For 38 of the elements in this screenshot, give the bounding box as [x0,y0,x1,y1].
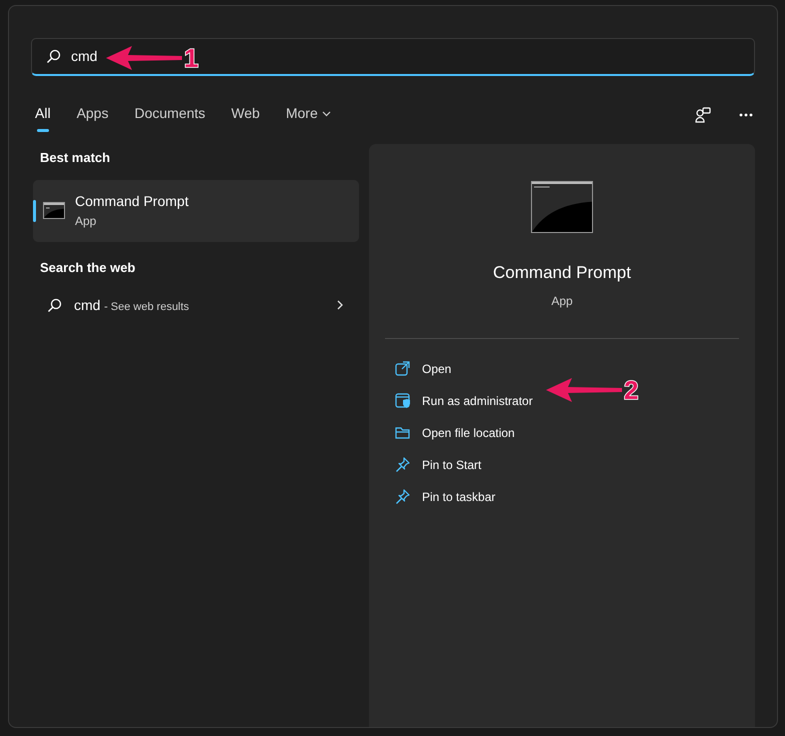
tab[interactable]: Apps [74,97,110,133]
terminal-icon [43,202,65,219]
more-icon [739,113,753,117]
action-item[interactable]: Open file location [395,416,515,448]
people-icon [695,107,711,123]
tab[interactable]: All [33,97,53,133]
caret-icon [322,110,331,116]
more-dropdown[interactable]: More [284,97,333,133]
section-heading: Search the web [40,258,136,276]
action-item[interactable]: Run as administrator [395,384,533,416]
web-query: cmd [74,296,100,312]
callout-number: 1 [184,45,198,71]
pin-icon [395,457,410,472]
tab[interactable]: Documents [132,97,208,133]
search-input[interactable]: cmd [71,46,151,67]
action-item[interactable]: Open [395,352,452,384]
folder-icon [395,425,410,440]
section-heading: Best match [40,149,112,167]
preview-type: App [551,292,573,310]
account-button[interactable] [693,105,713,125]
more-options-button[interactable] [737,111,755,119]
callout-number: 2 [624,377,638,403]
pin-icon [395,489,410,504]
action-item[interactable]: Pin to Start [395,448,482,480]
web-result[interactable]: cmd - See web results [33,287,359,323]
action-item[interactable]: Pin to taskbar [395,480,496,512]
chevron-icon [337,300,343,310]
preview-title: Command Prompt [493,262,631,284]
search-icon [47,298,62,312]
result-title: Command Prompt [75,192,189,211]
result-item[interactable]: Command Prompt App [33,180,359,242]
tab[interactable]: Web [229,97,262,133]
window-shield-icon [395,393,410,408]
result-type: App [75,213,98,230]
search-icon [46,49,61,64]
web-hint: - See web results [104,300,190,312]
terminal-icon [531,181,593,233]
external-link-icon [395,361,410,376]
